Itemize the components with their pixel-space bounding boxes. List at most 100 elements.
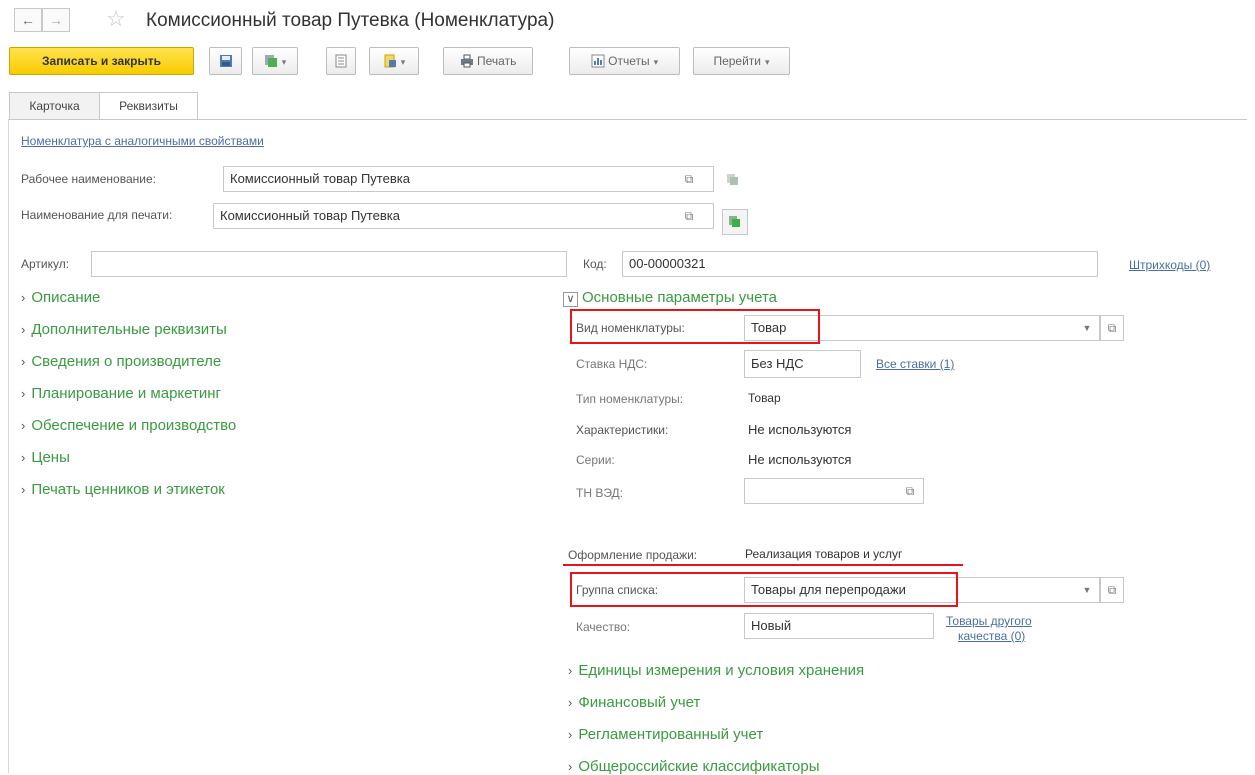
barcodes-link[interactable]: Штрихкоды (0) (1129, 258, 1210, 272)
chevron-right-icon: › (21, 290, 26, 305)
goto-button[interactable]: Перейти ▾ (693, 47, 790, 75)
all-rates-link[interactable]: Все ставки (1) (876, 357, 954, 371)
dropdown-caret-icon: ▾ (281, 57, 287, 67)
print-label: Печать (477, 54, 517, 68)
group-units-storage[interactable]: › Единицы измерения и условия хранения (568, 662, 864, 679)
chevron-right-icon: › (568, 663, 573, 678)
group-main-accounting-params[interactable]: ∨ Основные параметры учета (563, 289, 777, 307)
sale-label: Оформление продажи: (568, 548, 698, 562)
group-prices[interactable]: › Цены (21, 449, 70, 466)
list-group-value: Товары для перепродажи (751, 582, 906, 597)
group-label: Обеспечение и производство (31, 417, 237, 434)
work-name-field[interactable]: Комиссионный товар Путевка (223, 166, 714, 192)
forward-button[interactable]: → (42, 8, 70, 32)
group-classifiers[interactable]: › Общероссийские классификаторы (568, 758, 820, 775)
group-regulated-accounting[interactable]: › Регламентированный учет (568, 726, 763, 743)
kind-label: Вид номенклатуры: (576, 321, 685, 335)
code-field[interactable]: 00-00000321 (622, 251, 1098, 277)
quality-field[interactable]: Новый (744, 613, 934, 639)
similar-nomenclature-link[interactable]: Номенклатура с аналогичными свойствами (21, 134, 264, 148)
dropdown-caret-icon: ▾ (765, 57, 770, 67)
code-label: Код: (583, 257, 607, 271)
code-value: 00-00000321 (629, 256, 706, 271)
group-label: Регламентированный учет (578, 726, 764, 743)
chevron-down-icon: ∨ (563, 292, 578, 307)
vat-field[interactable]: Без НДС (744, 350, 861, 378)
report-icon (591, 54, 605, 68)
group-label: Дополнительные реквизиты (31, 321, 227, 338)
quality-value: Новый (751, 618, 792, 633)
reports-button[interactable]: Отчеты ▾ (569, 47, 680, 75)
floppy-disk-icon (219, 54, 232, 67)
print-name-value: Комиссионный товар Путевка (220, 208, 400, 223)
open-field-icon: ⧉ (1107, 583, 1117, 597)
print-button[interactable]: Печать (443, 47, 533, 75)
fill-from-work-name-button[interactable] (722, 209, 748, 235)
list-button[interactable] (326, 47, 356, 75)
group-label: Печать ценников и этикеток (31, 481, 225, 498)
link-line: качества (0) (958, 629, 1026, 643)
open-field-icon[interactable]: ⧉ (680, 208, 698, 224)
back-button[interactable]: ← (14, 8, 42, 32)
group-supply-production[interactable]: › Обеспечение и производство (21, 417, 236, 434)
translate-button[interactable] (720, 167, 746, 193)
open-list-group-button[interactable]: ⧉ (1100, 577, 1124, 603)
print-name-field[interactable]: Комиссионный товар Путевка (213, 203, 714, 229)
open-field-icon[interactable]: ⧉ (680, 171, 698, 187)
series-value: Не используются (748, 452, 852, 467)
kind-value: Товар (751, 320, 787, 335)
create-based-on-button[interactable]: ▾ (252, 47, 298, 75)
save-and-close-button[interactable]: Записать и закрыть (9, 47, 194, 75)
document-list-icon (335, 54, 347, 68)
chevron-right-icon: › (21, 482, 26, 497)
chevron-right-icon: › (21, 322, 26, 337)
goto-label: Перейти (713, 54, 762, 68)
group-price-tags[interactable]: › Печать ценников и этикеток (21, 481, 225, 498)
chevron-right-icon: › (21, 386, 26, 401)
group-planning-marketing[interactable]: › Планирование и маркетинг (21, 385, 221, 402)
open-kind-button[interactable]: ⧉ (1100, 315, 1124, 341)
chevron-right-icon: › (21, 354, 26, 369)
dropdown-caret-icon[interactable]: ▼ (1078, 320, 1096, 336)
chevron-right-icon: › (568, 695, 573, 710)
group-label: Единицы измерения и условия хранения (578, 662, 865, 679)
copy-green-icon (729, 216, 740, 227)
article-label: Артикул: (21, 257, 70, 271)
group-label: Цены (31, 449, 70, 466)
tab-divider (8, 119, 1247, 120)
back-arrow-icon: ← (21, 12, 35, 28)
attachments-button[interactable]: ▾ (369, 47, 419, 75)
work-name-label: Рабочее наименование: (21, 172, 156, 186)
list-group-field[interactable]: Товары для перепродажи (744, 577, 1100, 603)
save-button[interactable] (209, 47, 242, 75)
tab-card[interactable]: Карточка (9, 92, 100, 120)
group-label: Сведения о производителе (31, 353, 222, 370)
open-field-icon[interactable]: ⧉ (901, 483, 919, 499)
group-description[interactable]: › Описание (21, 289, 100, 306)
kind-field[interactable]: Товар (744, 315, 1100, 341)
print-name-label: Наименование для печати: (21, 208, 173, 222)
group-label: Финансовый учет (578, 694, 701, 711)
type-label: Тип номенклатуры: (576, 392, 684, 406)
forward-arrow-icon: → (49, 12, 63, 28)
group-financial-accounting[interactable]: › Финансовый учет (568, 694, 700, 711)
tab-requisites[interactable]: Реквизиты (99, 92, 198, 120)
sale-value: Реализация товаров и услуг (745, 547, 903, 561)
quality-label: Качество: (576, 620, 631, 634)
dropdown-caret-icon[interactable]: ▼ (1078, 582, 1096, 598)
tnved-field[interactable] (744, 478, 924, 504)
chevron-right-icon: › (21, 418, 26, 433)
other-quality-goods-link[interactable]: Товары другого качества (0) (946, 614, 1032, 644)
chevron-right-icon: › (568, 759, 573, 774)
vat-label: Ставка НДС: (576, 357, 648, 371)
article-field[interactable] (91, 251, 567, 277)
group-label: Планирование и маркетинг (31, 385, 222, 402)
group-additional-requisites[interactable]: › Дополнительные реквизиты (21, 321, 227, 338)
characteristics-label: Характеристики: (576, 423, 669, 437)
documents-green-icon (264, 54, 277, 67)
file-attachments-icon (384, 54, 396, 68)
group-manufacturer[interactable]: › Сведения о производителе (21, 353, 221, 370)
list-group-label: Группа списка: (576, 583, 659, 597)
favorite-star-icon[interactable]: ☆ (106, 7, 126, 31)
open-field-icon: ⧉ (1107, 321, 1117, 335)
